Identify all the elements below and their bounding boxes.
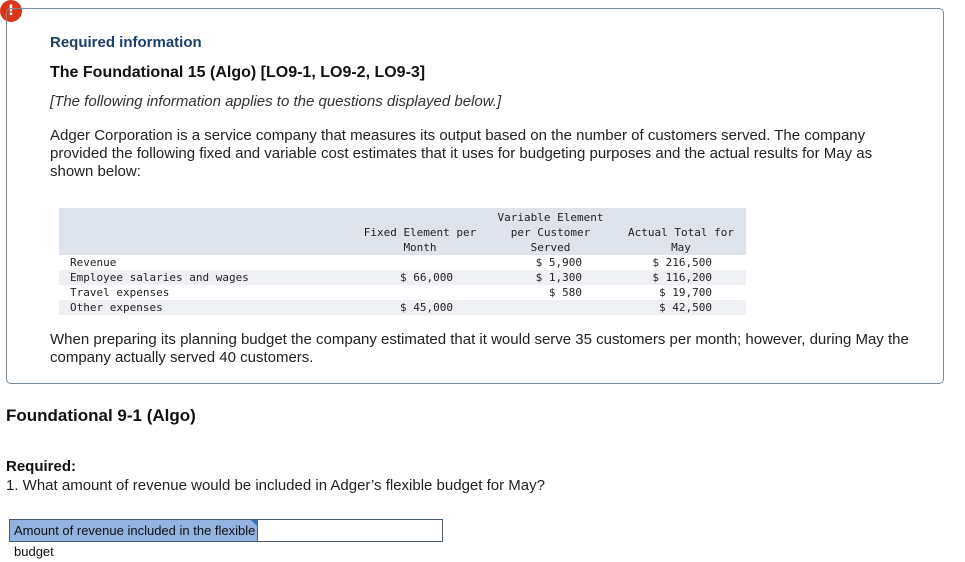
variable-cell: $ 1,300	[535, 271, 582, 284]
row-label: Revenue	[70, 256, 117, 269]
row-label: Employee salaries and wages	[70, 271, 249, 284]
fixed-cell: $ 66,000	[400, 271, 453, 284]
actual-cell: $ 116,200	[652, 271, 712, 284]
required-information-panel: Required information The Foundational 15…	[6, 8, 944, 384]
header-variable-element: Variable Element per Customer Served	[497, 211, 604, 254]
planning-budget-text: When preparing its planning budget the c…	[50, 331, 909, 366]
table-row: Travel expenses $ 580 $ 19,700	[59, 285, 746, 300]
table-row: Employee salaries and wages $ 66,000 $ 1…	[59, 270, 746, 285]
row-label: Other expenses	[70, 301, 163, 314]
variable-cell: $ 580	[548, 286, 582, 299]
cost-estimates-table: Fixed Element per Month Variable Element…	[59, 208, 746, 315]
table-row: Revenue $ 5,900 $ 216,500	[59, 255, 746, 270]
problem-title: The Foundational 15 (Algo) [LO9-1, LO9-2…	[50, 64, 426, 81]
fixed-cell: $ 45,000	[400, 301, 453, 314]
header-actual-total: Actual Total for May	[628, 226, 734, 254]
question-text: 1. What amount of revenue would be inclu…	[6, 477, 545, 494]
section-title: Foundational 9-1 (Algo)	[6, 406, 196, 425]
required-information-heading: Required information	[50, 34, 202, 51]
table-header: Fixed Element per Month Variable Element…	[59, 208, 746, 255]
table-row: Other expenses $ 45,000 $ 42,500	[59, 300, 746, 315]
header-fixed-element: Fixed Element per Month	[363, 226, 477, 254]
row-label: Travel expenses	[70, 286, 170, 299]
applies-note: [The following information applies to th…	[50, 93, 502, 110]
actual-cell: $ 19,700	[659, 286, 712, 299]
actual-cell: $ 216,500	[652, 256, 712, 269]
variable-cell: $ 5,900	[535, 256, 582, 269]
actual-cell: $ 42,500	[659, 301, 712, 314]
answer-row: Amount of revenue included in the flexib…	[9, 519, 443, 559]
revenue-answer-input[interactable]	[258, 520, 442, 541]
problem-description: Adger Corporation is a service company t…	[50, 127, 873, 180]
required-label: Required:	[6, 458, 77, 475]
answer-label: Amount of revenue included in the flexib…	[10, 520, 258, 559]
